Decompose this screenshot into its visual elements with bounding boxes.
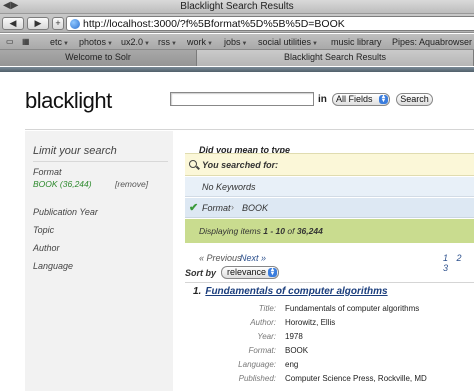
bookmark-rss[interactable]: rss▼ — [158, 37, 177, 47]
add-bookmark-button[interactable]: + — [52, 17, 64, 30]
result-field-value: 1978 — [285, 332, 303, 341]
result-field-value: eng — [285, 360, 299, 369]
result-number: 1. — [193, 286, 202, 297]
filter-value: BOOK — [242, 203, 269, 213]
result-field-label: Language: — [238, 360, 276, 369]
result-field-label: Format: — [248, 346, 276, 355]
back-button[interactable]: ◀ — [2, 17, 24, 30]
tab-blacklight-results[interactable]: Blacklight Search Results — [197, 50, 474, 66]
searched-for-box: You searched for: — [185, 153, 474, 176]
browser-toolbar: ◀ ▶ + http://localhost:3000/?f%5Bformat%… — [0, 14, 474, 33]
page-1[interactable]: 1 — [443, 253, 448, 263]
bookmark-work[interactable]: work▼ — [187, 37, 213, 47]
page-3[interactable]: 3 — [443, 263, 448, 273]
result-field-label: Year: — [257, 332, 276, 341]
grid-icon[interactable]: ▦ — [22, 37, 30, 46]
searched-for-label: You searched for: — [202, 160, 279, 170]
previous-link: « Previous — [199, 253, 242, 263]
no-keywords-text: No Keywords — [202, 182, 256, 192]
tab-bar: Welcome to Solr Blacklight Search Result… — [0, 50, 474, 66]
sort-by-label: Sort by — [185, 268, 217, 278]
window-titlebar: ◀▶ Blacklight Search Results — [0, 0, 474, 14]
facet-format-heading[interactable]: Format — [33, 167, 62, 177]
sidebar-divider — [33, 161, 168, 162]
bookmark-ux[interactable]: ux2.0▼ — [121, 37, 150, 47]
sort-select[interactable]: relevance ▲ ▼ — [221, 266, 279, 279]
book-icon[interactable]: ▭ — [6, 37, 14, 46]
checkmark-icon: ✔ — [189, 202, 199, 214]
result-field-value: Computer Science Press, Rockville, MD — [285, 374, 427, 383]
blacklight-logo[interactable]: blacklight — [25, 88, 112, 114]
next-link[interactable]: Next » — [240, 253, 266, 263]
result-field-label: Title: — [258, 304, 276, 313]
bookmarks-bar: ▭ ▦ etc▼ photos▼ ux2.0▼ rss▼ work▼ jobs▼… — [0, 34, 474, 50]
back-icon: ◀ — [9, 18, 17, 28]
facet-language[interactable]: Language — [33, 261, 73, 271]
forward-button[interactable]: ▶ — [27, 17, 49, 30]
bookmark-photos[interactable]: photos▼ — [79, 37, 113, 47]
page-numbers: 1 2 3 — [437, 253, 474, 273]
plus-icon: + — [55, 18, 61, 28]
filter-separator-icon: › — [231, 202, 234, 212]
bookmark-social-utilities[interactable]: social utilities▼ — [258, 37, 318, 47]
results-divider — [185, 282, 474, 283]
result-field-label: Published: — [238, 374, 276, 383]
page-top-divider — [0, 67, 474, 72]
sort-value: relevance — [227, 267, 267, 277]
facet-publication-year[interactable]: Publication Year — [33, 207, 98, 217]
filter-label: Format — [202, 203, 231, 213]
result-field-value: Horowitz, Ellis — [285, 318, 336, 327]
active-filter-box[interactable]: ✔ Format › BOOK — [185, 198, 474, 218]
globe-icon — [70, 19, 80, 29]
result-field-value: BOOK — [285, 346, 309, 355]
magnifier-icon — [189, 160, 197, 168]
tab-welcome-solr[interactable]: Welcome to Solr — [0, 50, 197, 66]
url-text: http://localhost:3000/?f%5Bformat%5D%5B%… — [83, 18, 345, 30]
page-2[interactable]: 2 — [457, 253, 462, 263]
select-arrows-icon: ▲ ▼ — [379, 94, 388, 104]
facet-topic[interactable]: Topic — [33, 225, 54, 235]
in-label: in — [318, 94, 327, 105]
search-field-select[interactable]: All Fields ▲ ▼ — [332, 93, 390, 106]
limit-search-heading: Limit your search — [33, 145, 117, 157]
keywords-box: No Keywords — [185, 177, 474, 197]
forward-icon: ▶ — [34, 18, 42, 28]
bookmark-etc[interactable]: etc▼ — [50, 37, 69, 47]
search-field-value: All Fields — [336, 94, 373, 104]
window-title: Blacklight Search Results — [180, 1, 294, 12]
facet-sidebar: Limit your search Format BOOK (36,244) [… — [25, 131, 173, 391]
header-divider — [25, 129, 474, 130]
bookmark-pipes[interactable]: Pipes: Aquabrowser — [392, 37, 472, 47]
displaying-items-text: Displaying items 1 - 10 of 36,244 — [199, 226, 323, 236]
search-button[interactable]: Search — [396, 93, 433, 106]
search-input[interactable] — [170, 92, 314, 106]
result-field-label: Author: — [250, 318, 276, 327]
facet-remove-link[interactable]: [remove] — [115, 179, 148, 189]
result-field-value: Fundamentals of computer algorithms — [285, 304, 420, 313]
result-title: 1. Fundamentals of computer algorithms — [193, 286, 388, 297]
bookmark-music-library[interactable]: music library — [331, 37, 382, 47]
address-bar[interactable]: http://localhost:3000/?f%5Bformat%5D%5B%… — [66, 16, 474, 31]
bookmark-jobs[interactable]: jobs▼ — [224, 37, 247, 47]
facet-author[interactable]: Author — [33, 243, 60, 253]
facet-selected-book: BOOK (36,244) — [33, 179, 92, 189]
select-arrows-icon: ▲ ▼ — [268, 267, 277, 277]
displaying-items-bar: Displaying items 1 - 10 of 36,244 — [185, 219, 474, 243]
result-title-link[interactable]: Fundamentals of computer algorithms — [205, 286, 387, 297]
